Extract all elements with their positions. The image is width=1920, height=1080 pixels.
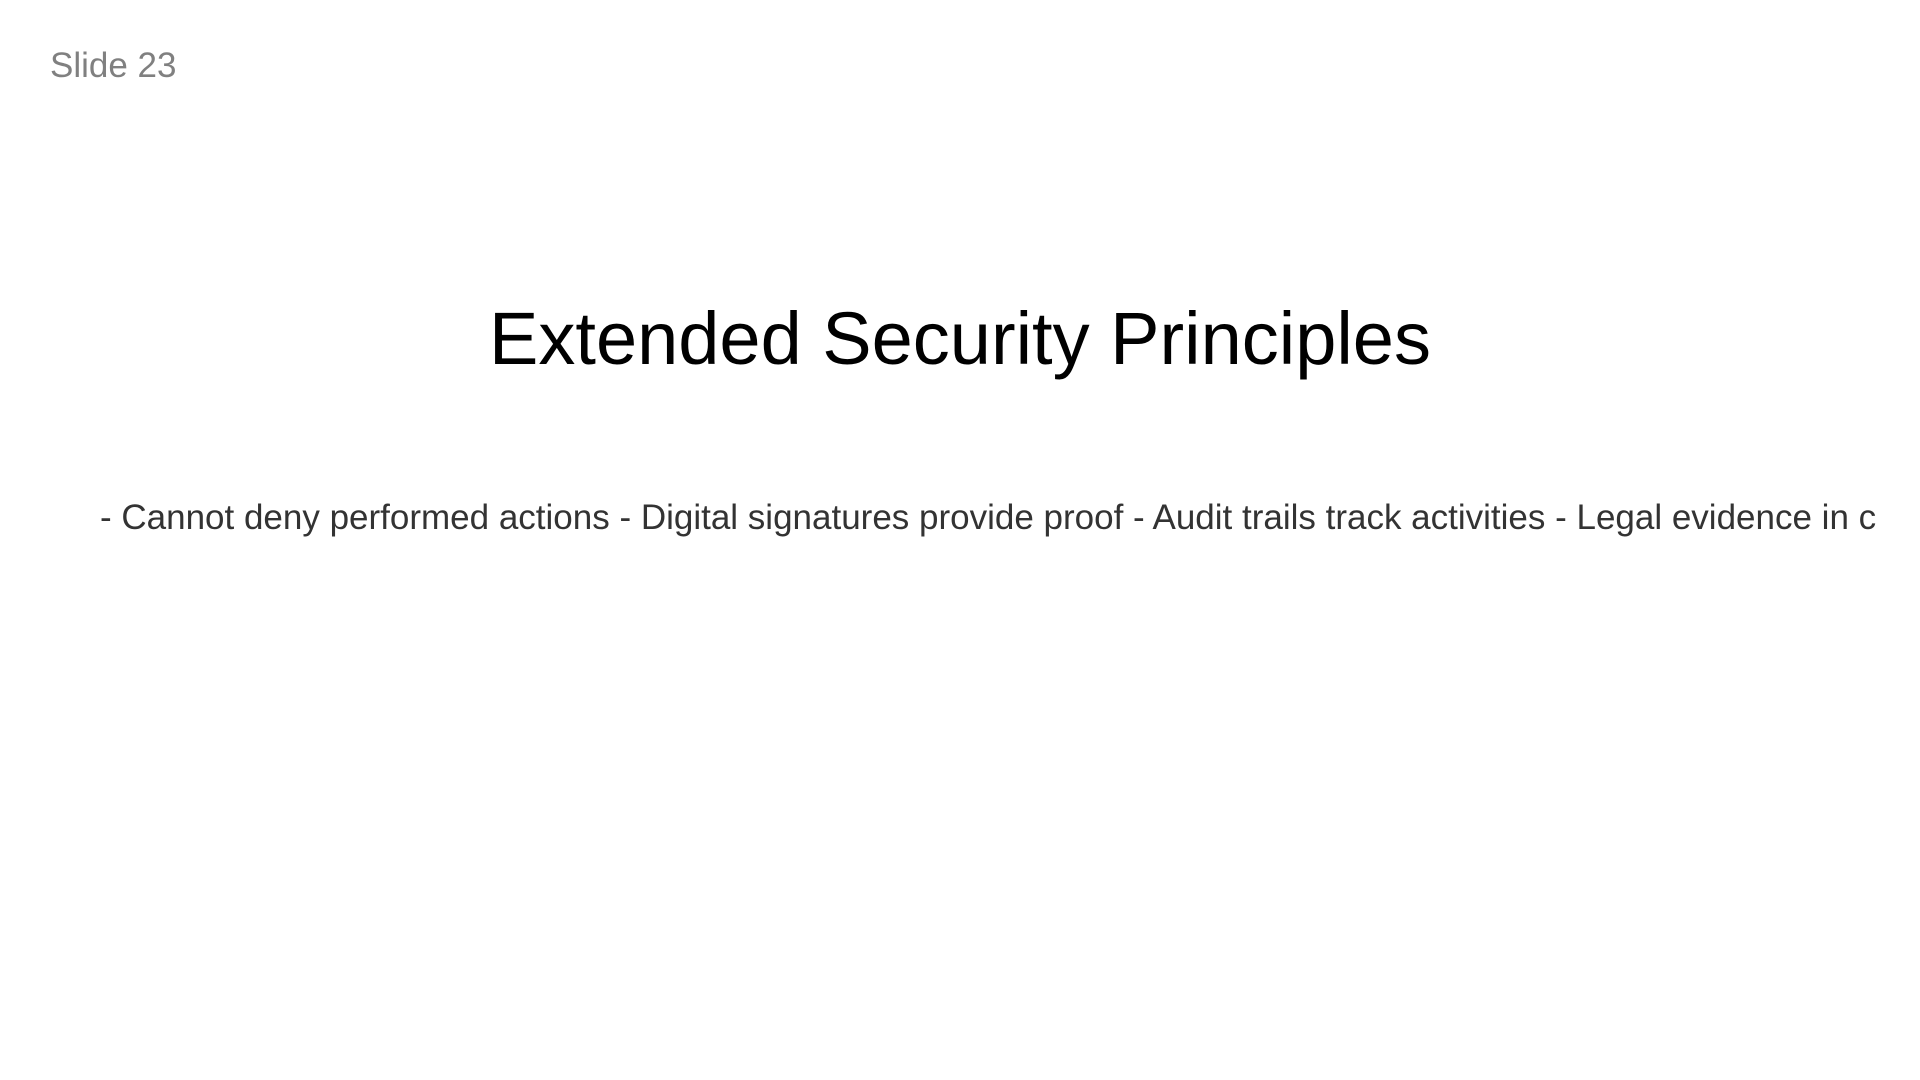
slide-body-text: - Cannot deny performed actions - Digita…	[100, 498, 1877, 537]
slide-number: Slide 23	[50, 46, 177, 85]
slide: Slide 23 Extended Security Principles - …	[0, 0, 1920, 1080]
slide-title: Extended Security Principles	[489, 297, 1431, 380]
